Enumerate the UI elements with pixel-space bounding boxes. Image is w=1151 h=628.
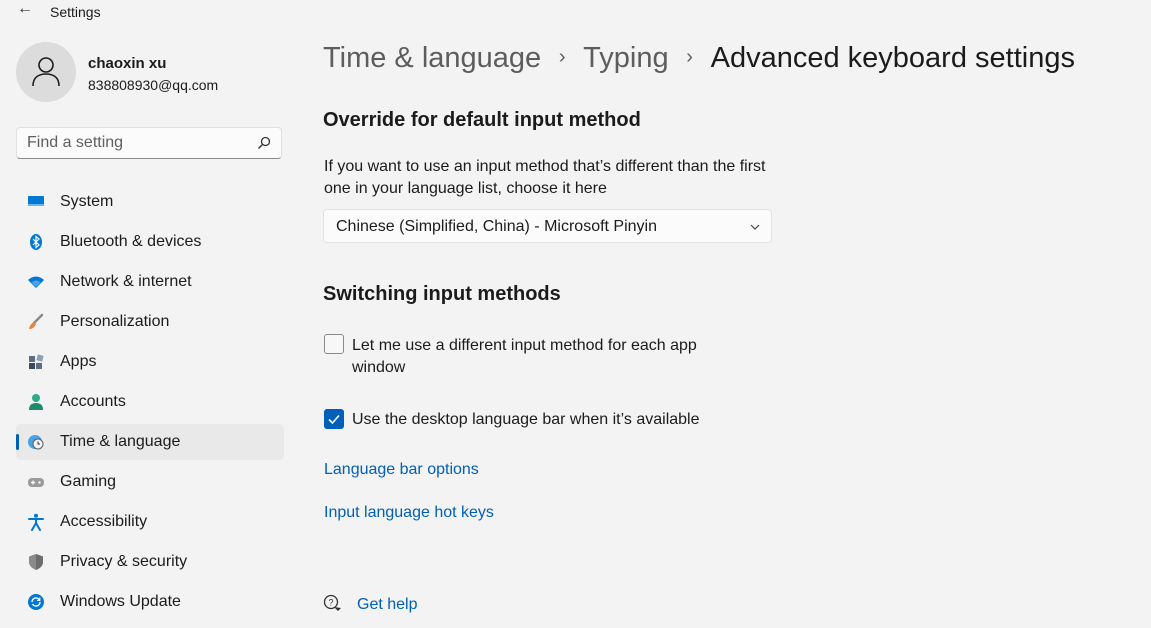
person-icon — [29, 394, 43, 410]
globe-clock-icon — [28, 435, 44, 450]
chevron-right-icon: › — [558, 46, 566, 68]
system-icon — [28, 196, 44, 206]
update-icon — [28, 594, 44, 610]
desktop-language-bar-checkbox[interactable] — [324, 409, 344, 429]
help-icon[interactable]: ? — [323, 594, 343, 614]
chevron-right-icon: › — [686, 46, 693, 68]
switching-heading: Switching input methods — [323, 283, 561, 305]
apps-icon — [29, 354, 44, 369]
checkmark-icon — [328, 414, 340, 425]
sidebar-item-label: Apps — [60, 353, 97, 370]
search-box[interactable] — [16, 127, 282, 159]
sidebar-item-bluetooth-devices[interactable]: Bluetooth & devices — [16, 224, 284, 260]
brush-icon — [29, 313, 44, 329]
input-language-hot-keys-link[interactable]: Input language hot keys — [324, 504, 494, 522]
desktop-language-bar-label[interactable]: Use the desktop language bar when it’s a… — [352, 409, 752, 431]
sidebar-nav: System Bluetooth & devices Network & int… — [16, 184, 284, 624]
sidebar-item-accounts[interactable]: Accounts — [16, 384, 284, 420]
svg-text:?: ? — [328, 598, 333, 608]
page-title: Advanced keyboard settings — [710, 42, 1075, 74]
sidebar-item-label: Privacy & security — [60, 553, 188, 570]
sidebar-item-accessibility[interactable]: Accessibility — [16, 504, 284, 540]
sidebar-item-system[interactable]: System — [16, 184, 284, 220]
gamepad-icon — [28, 478, 44, 487]
search-icon[interactable] — [257, 136, 271, 150]
sidebar-item-privacy-security[interactable]: Privacy & security — [16, 544, 284, 580]
sidebar-item-label: System — [60, 193, 114, 210]
sidebar-item-label: Personalization — [60, 313, 170, 330]
sidebar-item-label: Accounts — [60, 393, 126, 410]
breadcrumb-typing[interactable]: Typing — [583, 42, 668, 74]
bluetooth-icon — [30, 234, 42, 250]
sidebar-item-personalization[interactable]: Personalization — [16, 304, 284, 340]
language-bar-options-link[interactable]: Language bar options — [324, 461, 479, 479]
search-input[interactable] — [27, 134, 247, 152]
chevron-down-icon — [750, 224, 760, 230]
sidebar-item-windows-update[interactable]: Windows Update — [16, 584, 284, 620]
accessibility-icon — [28, 513, 44, 531]
input-method-dropdown[interactable]: Chinese (Simplified, China) - Microsoft … — [323, 209, 772, 243]
title-bar: ← Settings — [0, 0, 1151, 24]
breadcrumb-time-language[interactable]: Time & language — [323, 42, 541, 74]
sidebar-item-label: Network & internet — [60, 273, 192, 290]
avatar[interactable] — [16, 42, 76, 102]
sidebar-item-label: Time & language — [60, 433, 181, 450]
sidebar-item-label: Gaming — [60, 473, 117, 490]
app-title: Settings — [50, 4, 101, 20]
sidebar-item-label: Accessibility — [60, 513, 148, 530]
sidebar-item-apps[interactable]: Apps — [16, 344, 284, 380]
get-help-link[interactable]: Get help — [357, 596, 417, 614]
override-heading: Override for default input method — [323, 109, 641, 131]
override-description: If you want to use an input method that’… — [324, 158, 766, 197]
per-app-input-label[interactable]: Let me use a different input method for … — [352, 335, 752, 379]
breadcrumb: Time & language › Typing › Advanced keyboard… — [323, 42, 1075, 75]
user-name: chaoxin xu — [88, 55, 167, 72]
shield-icon — [29, 554, 43, 570]
sidebar-item-time-language[interactable]: Time & language — [16, 424, 284, 460]
sidebar-item-label: Windows Update — [60, 593, 181, 610]
back-button[interactable]: ← — [14, 0, 36, 18]
per-app-input-checkbox[interactable] — [324, 334, 344, 354]
dropdown-selected-value: Chinese (Simplified, China) - Microsoft … — [336, 218, 657, 235]
sidebar-item-label: Bluetooth & devices — [60, 233, 202, 250]
sidebar-item-network-internet[interactable]: Network & internet — [16, 264, 284, 300]
back-arrow-icon: ← — [17, 0, 33, 17]
person-icon — [32, 57, 60, 87]
sidebar-item-gaming[interactable]: Gaming — [16, 464, 284, 500]
wifi-icon — [28, 276, 44, 288]
user-email: 838808930@qq.com — [88, 77, 219, 93]
